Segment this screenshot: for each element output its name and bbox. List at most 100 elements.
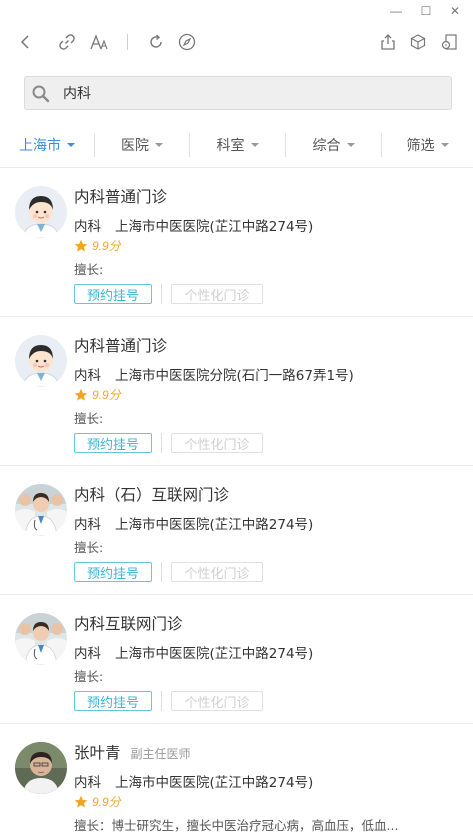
filter-bar: 上海市 医院 科室 综合 筛选 [0,130,473,160]
copy-link-button[interactable] [55,30,79,54]
mini-program-button[interactable] [406,30,430,54]
item-rating: 9.9分 [74,237,121,254]
book-appointment-button[interactable]: 预约挂号 [74,691,152,711]
item-skill: 擅长: [74,540,104,555]
doctor-title: 副主任医师 [130,747,191,761]
item-hospital: 上海市中医医院(芷江中路274号) [115,775,314,791]
doctor-name: 张叶青 [74,744,121,762]
refresh-icon [150,34,162,48]
mini-window-icon [441,34,457,50]
filter-city-label: 上海市 [19,138,61,154]
doctor-avatar [15,186,67,238]
item-dept: 内科 [74,646,101,662]
cube-icon [410,34,426,50]
button-divider [161,691,162,711]
item-info: 内科 上海市中医医院(芷江中路274号) [74,215,313,235]
item-title: 内科（石）互联网门诊 [74,486,230,504]
item-info: 内科 上海市中医医院(芷江中路274号) [74,513,313,533]
link-icon [59,34,75,50]
button-divider [161,433,162,453]
filter-sort[interactable]: 综合 [286,130,381,160]
filter-department[interactable]: 科室 [190,130,285,160]
back-button[interactable] [14,30,38,54]
filter-more[interactable]: 筛选 [382,130,473,160]
filter-hospital-label: 医院 [121,138,149,154]
share-button[interactable] [376,30,400,54]
item-info: 内科 上海市中医医院(芷江中路274号) [74,771,313,791]
star-icon [74,388,88,402]
book-appointment-button[interactable]: 预约挂号 [74,433,152,453]
book-appointment-button[interactable]: 预约挂号 [74,562,152,582]
doctor-avatar [15,613,67,665]
chevron-left-icon [20,35,29,49]
item-skill: 擅长: [74,262,104,277]
personalized-clinic-button[interactable]: 个性化门诊 [171,284,263,304]
minimize-button[interactable]: — [384,2,408,20]
item-rating: 9.9分 [74,386,121,403]
maximize-button[interactable]: ☐ [414,2,438,20]
button-divider [161,562,162,582]
caret-down-icon [250,143,259,147]
filter-hospital[interactable]: 医院 [95,130,189,160]
browser-toolbar [0,26,473,58]
doctor-avatar [15,335,67,387]
item-rating: 9.9分 [74,793,121,810]
item-title: 内科普通门诊 [74,337,168,355]
list-item[interactable]: 内科普通门诊 内科 上海市中医医院分院(石门一路67弄1号) 9.9分 擅长: 预… [0,317,473,466]
caret-down-icon [346,143,355,147]
list-item[interactable]: 张叶青 副主任医师 内科 上海市中医医院(芷江中路274号) 9.9分 擅长：博士研… [0,724,473,839]
item-title: 内科普通门诊 [74,188,168,206]
item-actions: 预约挂号 个性化门诊 [74,691,263,711]
close-button[interactable]: ✕ [443,2,467,20]
share-icon [381,34,395,50]
doctor-avatar [15,742,67,794]
caret-down-icon [155,143,163,147]
item-hospital: 上海市中医医院(芷江中路274号) [115,517,314,533]
item-dept: 内科 [74,517,101,533]
star-icon [74,795,88,809]
compass-icon [178,33,196,51]
font-size-button[interactable] [87,30,111,54]
item-hospital: 上海市中医医院(芷江中路274号) [115,219,314,235]
item-actions: 预约挂号 个性化门诊 [74,433,263,453]
book-appointment-button[interactable]: 预约挂号 [74,284,152,304]
more-button[interactable] [437,30,461,54]
caret-down-icon [67,143,75,147]
filter-sort-label: 综合 [312,138,341,154]
item-info: 内科 上海市中医医院(芷江中路274号) [74,642,313,662]
star-icon [74,239,88,253]
item-dept: 内科 [74,368,101,384]
search-icon [32,85,50,103]
personalized-clinic-button[interactable]: 个性化门诊 [171,691,263,711]
window-titlebar: — ☐ ✕ [0,0,473,22]
rating-value: 9.9分 [92,795,121,809]
item-hospital: 上海市中医医院分院(石门一路67弄1号) [115,368,354,384]
rating-value: 9.9分 [92,239,121,253]
search-box[interactable] [24,76,452,110]
item-skill: 擅长: [74,669,104,684]
refresh-button[interactable] [144,30,168,54]
rating-value: 9.9分 [92,388,121,402]
list-item[interactable]: 内科（石）互联网门诊 内科 上海市中医医院(芷江中路274号) 擅长: 预约挂号 … [0,466,473,595]
item-dept: 内科 [74,219,101,235]
filter-department-label: 科室 [216,138,245,154]
item-dept: 内科 [74,775,101,791]
personalized-clinic-button[interactable]: 个性化门诊 [171,433,263,453]
item-title: 张叶青 副主任医师 [74,741,191,763]
item-title: 内科互联网门诊 [74,615,183,633]
list-item[interactable]: 内科普通门诊 内科 上海市中医医院(芷江中路274号) 9.9分 擅长: 预约挂号… [0,168,473,317]
filter-city[interactable]: 上海市 [0,130,94,160]
doctor-avatar [15,484,67,536]
item-skill: 擅长：博士研究生，擅长中医治疗冠心病，高血压，低血... [74,818,399,833]
item-info: 内科 上海市中医医院分院(石门一路67弄1号) [74,364,354,384]
search-input[interactable] [63,82,443,104]
item-actions: 预约挂号 个性化门诊 [74,562,263,582]
explore-button[interactable] [175,30,199,54]
filter-more-label: 筛选 [406,138,435,154]
toolbar-divider [127,34,128,50]
item-skill: 擅长: [74,411,104,426]
personalized-clinic-button[interactable]: 个性化门诊 [171,562,263,582]
list-item[interactable]: 内科互联网门诊 内科 上海市中医医院(芷江中路274号) 擅长: 预约挂号 个性化… [0,595,473,724]
caret-down-icon [440,143,449,147]
font-size-icon [90,34,108,50]
